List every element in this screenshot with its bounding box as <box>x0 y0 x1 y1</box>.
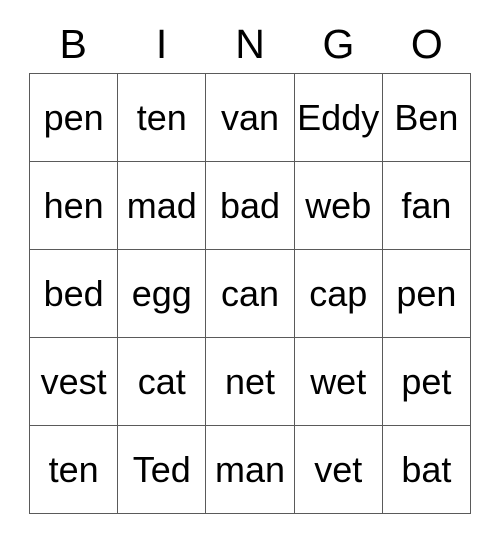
bingo-cell[interactable]: cat <box>118 338 207 426</box>
bingo-cell[interactable]: Ted <box>118 426 207 514</box>
bingo-cell[interactable]: man <box>206 426 295 514</box>
bingo-cell[interactable]: can <box>206 250 295 338</box>
bingo-card: B I N G O pen ten van Eddy Ben hen mad b… <box>0 0 500 544</box>
bingo-cell[interactable]: bat <box>382 426 472 514</box>
bingo-cell-label: Ted <box>132 448 191 490</box>
bingo-cell-label: bed <box>43 272 104 314</box>
bingo-cell[interactable]: ten <box>118 74 207 162</box>
bingo-cell-label: egg <box>131 272 192 314</box>
bingo-cell-label: man <box>214 448 286 490</box>
bingo-cell-label: van <box>220 96 280 138</box>
bingo-header-letter-o: O <box>410 21 443 67</box>
bingo-cell[interactable]: pen <box>382 250 472 338</box>
bingo-cell[interactable]: hen <box>30 162 119 250</box>
bingo-cell[interactable]: Ben <box>382 74 472 162</box>
bingo-row: ten Ted man vet bat <box>30 426 472 514</box>
bingo-cell-label: vest <box>40 360 107 402</box>
bingo-cell-label: ten <box>48 448 99 490</box>
bingo-header-row: B I N G O <box>29 16 471 73</box>
bingo-cell[interactable]: cap <box>294 250 383 338</box>
bingo-row: hen mad bad web fan <box>30 162 472 250</box>
bingo-cell-label: web <box>305 184 372 226</box>
bingo-cell-label: cat <box>137 360 186 402</box>
bingo-grid: pen ten van Eddy Ben hen mad bad web fan… <box>29 73 472 514</box>
bingo-cell[interactable]: ten <box>30 426 119 514</box>
bingo-cell-label: Ben <box>394 96 459 138</box>
bingo-row: vest cat net wet pet <box>30 338 472 426</box>
bingo-cell[interactable]: egg <box>118 250 207 338</box>
bingo-cell-label: pen <box>43 96 104 138</box>
bingo-cell[interactable]: net <box>206 338 295 426</box>
bingo-cell[interactable]: vest <box>30 338 119 426</box>
bingo-header-letter-g: G <box>322 21 355 67</box>
bingo-cell[interactable]: van <box>206 74 295 162</box>
bingo-cell-label: bat <box>401 448 452 490</box>
bingo-cell[interactable]: bed <box>30 250 119 338</box>
bingo-cell-label: vet <box>314 448 363 490</box>
bingo-cell-label: hen <box>43 184 104 226</box>
bingo-cell[interactable]: Eddy <box>294 74 383 162</box>
bingo-cell-label: can <box>220 272 280 314</box>
bingo-cell[interactable]: bad <box>206 162 295 250</box>
bingo-cell-label: cap <box>309 272 368 314</box>
bingo-cell-label: ten <box>136 96 187 138</box>
bingo-cell-label: Eddy <box>297 96 380 138</box>
bingo-cell[interactable]: mad <box>118 162 207 250</box>
bingo-cell[interactable]: pen <box>30 74 119 162</box>
bingo-cell-label: pen <box>396 272 457 314</box>
bingo-header-letter-i: I <box>155 21 168 67</box>
bingo-cell-label: net <box>224 360 276 402</box>
bingo-cell-label: mad <box>126 184 197 226</box>
bingo-cell[interactable]: pet <box>382 338 472 426</box>
bingo-cell-label: fan <box>401 184 452 226</box>
bingo-header-letter-b: B <box>59 21 87 67</box>
bingo-cell[interactable]: wet <box>294 338 383 426</box>
bingo-cell-label: pet <box>401 360 452 402</box>
bingo-cell[interactable]: fan <box>382 162 472 250</box>
bingo-cell-label: wet <box>310 360 367 402</box>
bingo-header-letter-n: N <box>235 21 265 67</box>
bingo-row: bed egg can cap pen <box>30 250 472 338</box>
bingo-cell[interactable]: web <box>294 162 383 250</box>
bingo-cell[interactable]: vet <box>294 426 383 514</box>
bingo-cell-label: bad <box>219 184 281 226</box>
bingo-row: pen ten van Eddy Ben <box>30 74 472 162</box>
